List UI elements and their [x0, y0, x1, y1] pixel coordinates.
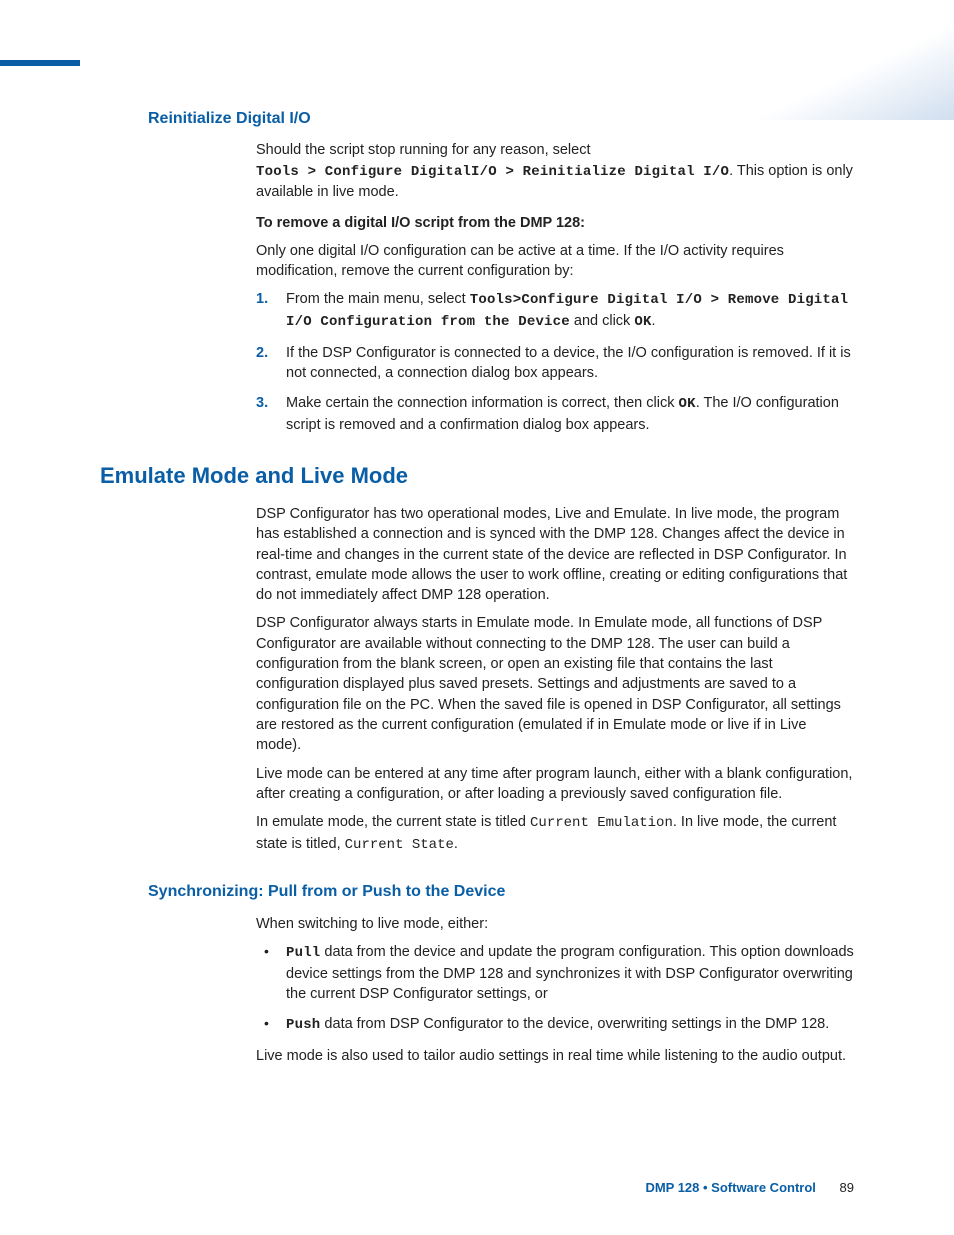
heading-reinitialize: Reinitialize Digital I/O	[148, 108, 854, 130]
push-label: Push	[286, 1017, 320, 1033]
section1-p1: Should the script stop running for any r…	[256, 140, 854, 202]
step-number: 1.	[256, 289, 268, 309]
text: .	[652, 313, 656, 329]
footer-title: DMP 128 • Software Control	[645, 1180, 815, 1195]
page-number: 89	[840, 1180, 854, 1195]
bullet-pull: Pull data from the device and update the…	[256, 942, 854, 1004]
page-content: Reinitialize Digital I/O Should the scri…	[100, 108, 854, 1074]
section2-p2: DSP Configurator always starts in Emulat…	[256, 613, 854, 755]
bullet-push: Push data from DSP Configurator to the d…	[256, 1014, 854, 1036]
section1-body: Should the script stop running for any r…	[256, 140, 854, 435]
page-footer: DMP 128 • Software Control 89	[645, 1179, 854, 1197]
heading-synchronizing: Synchronizing: Pull from or Push to the …	[148, 881, 854, 903]
remove-steps: 1. From the main menu, select Tools>Conf…	[256, 289, 854, 435]
text: and click	[570, 313, 634, 329]
state-label: Current State	[345, 837, 454, 853]
section2-p3: Live mode can be entered at any time aft…	[256, 764, 854, 805]
page-gradient	[704, 0, 954, 120]
text: Should the script stop running for any r…	[256, 142, 591, 158]
ok-label: OK	[634, 314, 651, 330]
step-2: 2. If the DSP Configurator is connected …	[256, 343, 854, 384]
text: If the DSP Configurator is connected to …	[286, 345, 851, 381]
section2-body: DSP Configurator has two operational mod…	[256, 504, 854, 855]
sync-bullets: Pull data from the device and update the…	[256, 942, 854, 1036]
text: In emulate mode, the current state is ti…	[256, 814, 530, 830]
ok-label: OK	[678, 396, 695, 412]
text: .	[454, 836, 458, 852]
step-3: 3. Make certain the connection informati…	[256, 393, 854, 435]
menu-path: Tools > Configure DigitalI/O > Reinitial…	[256, 164, 729, 180]
text: data from DSP Configurator to the device…	[320, 1016, 829, 1032]
heading-emulate-live: Emulate Mode and Live Mode	[100, 461, 854, 492]
step-1: 1. From the main menu, select Tools>Conf…	[256, 289, 854, 332]
section2-p4: In emulate mode, the current state is ti…	[256, 812, 854, 855]
text: Make certain the connection information …	[286, 395, 678, 411]
section3-p1: When switching to live mode, either:	[256, 914, 854, 934]
section1-subhead: To remove a digital I/O script from the …	[256, 213, 854, 233]
state-label: Current Emulation	[530, 815, 673, 831]
text: data from the device and update the prog…	[286, 944, 854, 1002]
text: From the main menu, select	[286, 291, 470, 307]
step-number: 3.	[256, 393, 268, 413]
section3-body: When switching to live mode, either: Pul…	[256, 914, 854, 1066]
section3-p2: Live mode is also used to tailor audio s…	[256, 1046, 854, 1066]
section1-p2: Only one digital I/O configuration can b…	[256, 241, 854, 282]
pull-label: Pull	[286, 945, 320, 961]
section2-p1: DSP Configurator has two operational mod…	[256, 504, 854, 605]
step-number: 2.	[256, 343, 268, 363]
accent-bar	[0, 60, 80, 66]
